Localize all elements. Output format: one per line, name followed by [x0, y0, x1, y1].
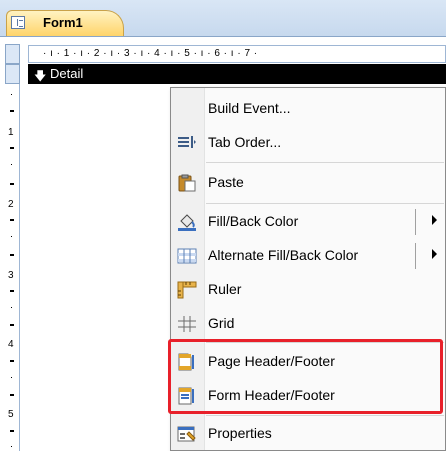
properties-icon: [177, 425, 197, 443]
ruler-tick: [10, 110, 14, 112]
menu-item-ruler[interactable]: Ruler: [171, 273, 445, 307]
ruler-dot: [11, 236, 12, 237]
ruler-number-2: 2: [8, 199, 14, 210]
menu-item-properties[interactable]: Properties: [171, 417, 445, 451]
ruler-dot: [11, 94, 12, 95]
menu-item-label: Grid: [208, 315, 235, 331]
ruler-tick: [10, 324, 14, 326]
split-divider: [415, 243, 416, 269]
ruler-number-4: 4: [8, 339, 14, 350]
ruler-number-3: 3: [8, 270, 14, 281]
menu-item-label: Alternate Fill/Back Color: [208, 247, 359, 263]
horizontal-ruler[interactable]: · ı · 1 · ı · 2 · ı · 3 · ı · 4 · ı · 5 …: [28, 45, 446, 63]
menu-item-label: Build Event...: [208, 100, 291, 116]
alternate-grid-icon: [177, 247, 197, 265]
menu-item-label: Paste: [208, 174, 244, 190]
ruler-dot: [11, 307, 12, 308]
ruler-tick: [10, 394, 14, 396]
ruler-number-5: 5: [8, 409, 14, 420]
ruler-corner-selector[interactable]: [5, 44, 20, 64]
menu-item-tab-order[interactable]: Tab Order...: [171, 126, 445, 160]
menu-item-grid[interactable]: Grid: [171, 307, 445, 341]
form-icon: [11, 16, 25, 29]
menu-item-label: Tab Order...: [208, 134, 282, 150]
form-selector-box[interactable]: [5, 64, 20, 84]
menu-item-build-event[interactable]: Build Event...: [171, 92, 445, 126]
menu-item-label: Ruler: [208, 281, 242, 297]
vertical-ruler[interactable]: 1 2 3 4 5: [5, 84, 20, 451]
ruler-tick: [10, 360, 14, 362]
menu-item-label: Properties: [208, 425, 272, 441]
split-divider: [415, 209, 416, 235]
ruler-dot: [11, 377, 12, 378]
ruler-tick: [10, 219, 14, 221]
form1-tab[interactable]: Form1: [6, 10, 124, 36]
ruler-dot: [11, 446, 12, 447]
highlight-box: [168, 339, 443, 414]
document-tab-strip: Form1: [0, 0, 446, 37]
submenu-arrow-icon[interactable]: [432, 215, 437, 225]
clipboard-icon: [177, 174, 197, 192]
ruler-tick: [10, 290, 14, 292]
menu-item-alternate-fill-back-color[interactable]: Alternate Fill/Back Color: [171, 239, 445, 273]
submenu-arrow-icon[interactable]: [432, 249, 437, 259]
detail-section-bar[interactable]: 🡇 Detail: [28, 64, 446, 84]
menu-item-fill-back-color[interactable]: Fill/Back Color: [171, 205, 445, 239]
ruler-tick: [10, 430, 14, 432]
ruler-tick: [10, 183, 14, 185]
menu-separator: [206, 415, 444, 416]
paint-bucket-icon: [177, 213, 197, 231]
ruler-number-1: 1: [8, 127, 14, 138]
menu-item-paste[interactable]: Paste: [171, 166, 445, 200]
menu-separator: [206, 162, 444, 163]
ruler-tick: [10, 254, 14, 256]
ruler-dot: [11, 164, 12, 165]
ruler-icon: [177, 281, 197, 299]
detail-section-label: Detail: [50, 66, 84, 81]
form1-tab-label: Form1: [43, 15, 83, 30]
menu-item-label: Fill/Back Color: [208, 213, 299, 229]
menu-separator: [206, 203, 444, 204]
tab-order-icon: [177, 134, 197, 152]
ruler-tick: [10, 147, 14, 149]
grid-icon: [177, 315, 197, 333]
